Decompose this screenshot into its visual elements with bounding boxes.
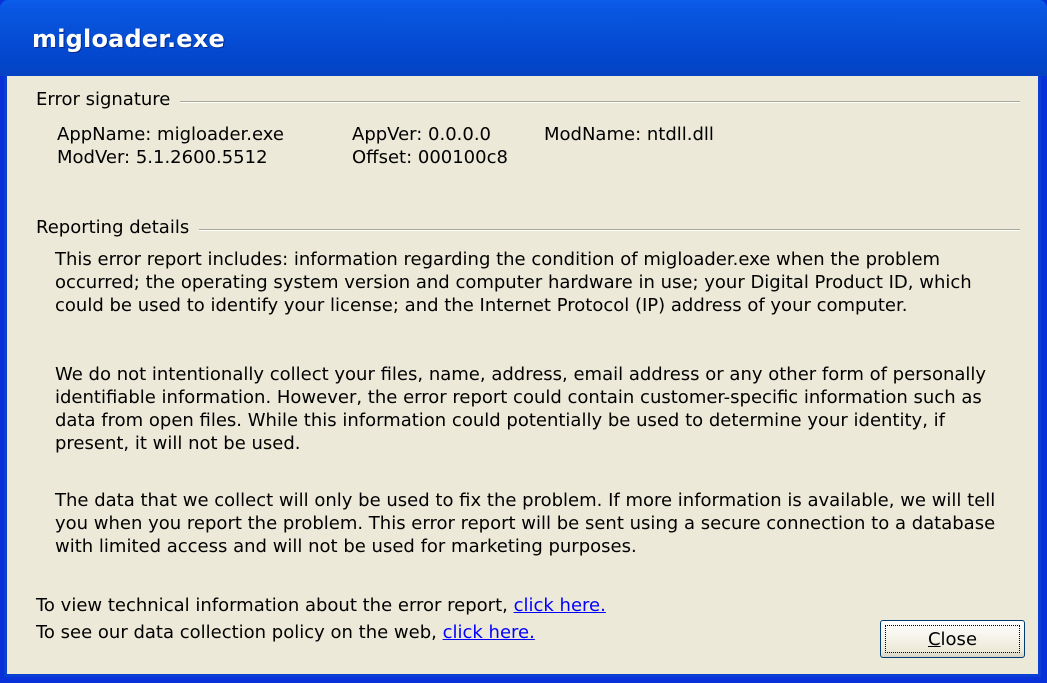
paragraph-line: We do not intentionally collect your fil… bbox=[55, 364, 987, 385]
focus-rectangle bbox=[885, 625, 1020, 653]
module-version: ModVer: 5.1.2600.5512 bbox=[57, 147, 268, 168]
paragraph-line: occurred; the operating system version a… bbox=[55, 272, 972, 293]
tech-info-row: To view technical information about the … bbox=[36, 595, 606, 616]
offset: Offset: 000100c8 bbox=[352, 147, 508, 168]
tech-info-link[interactable]: click here. bbox=[514, 595, 606, 616]
reporting-paragraph-3: The data that we collect will only be us… bbox=[55, 489, 995, 558]
paragraph-line: identifiable information. However, the e… bbox=[55, 387, 982, 408]
error-signature-heading: Error signature bbox=[36, 89, 181, 110]
window-title: migloader.exe bbox=[32, 25, 225, 53]
paragraph-line: The data that we collect will only be us… bbox=[55, 490, 996, 511]
error-signature-separator bbox=[36, 101, 1020, 103]
title-bar[interactable]: migloader.exe bbox=[0, 0, 1047, 76]
paragraph-line: present, it will not be used. bbox=[55, 433, 301, 454]
reporting-details-heading: Reporting details bbox=[36, 217, 200, 238]
close-button[interactable]: Close bbox=[880, 620, 1025, 658]
policy-row: To see our data collection policy on the… bbox=[36, 622, 535, 643]
module-name: ModName: ntdll.dll bbox=[544, 124, 714, 145]
paragraph-line: you when you report the problem. This er… bbox=[55, 513, 996, 534]
policy-link[interactable]: click here. bbox=[443, 622, 535, 643]
dialog-window: migloader.exe Error signature AppName: m… bbox=[0, 0, 1047, 683]
tech-info-text: To view technical information about the … bbox=[36, 595, 508, 616]
app-version: AppVer: 0.0.0.0 bbox=[352, 124, 491, 145]
app-name: AppName: migloader.exe bbox=[57, 124, 284, 145]
paragraph-line: data from open files. While this informa… bbox=[55, 410, 945, 431]
paragraph-line: This error report includes: information … bbox=[55, 249, 941, 270]
paragraph-line: could be used to identify your license; … bbox=[55, 295, 908, 316]
policy-text: To see our data collection policy on the… bbox=[36, 622, 437, 643]
reporting-paragraph-2: We do not intentionally collect your fil… bbox=[55, 363, 986, 455]
reporting-paragraph-1: This error report includes: information … bbox=[55, 248, 972, 317]
paragraph-line: with limited access and will not be used… bbox=[55, 536, 637, 557]
